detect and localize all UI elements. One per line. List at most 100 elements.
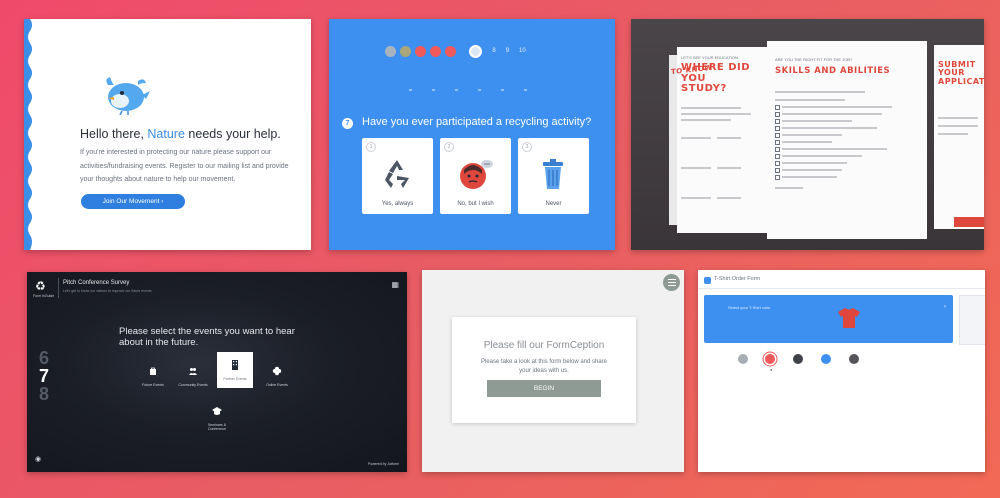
form-line bbox=[782, 148, 887, 150]
selected-indicator: ● bbox=[770, 367, 773, 372]
page-title: SKILLS AND ABILITIES bbox=[775, 66, 891, 76]
form-line bbox=[938, 133, 968, 135]
submit-button[interactable] bbox=[954, 217, 984, 227]
skill-checkbox[interactable] bbox=[775, 140, 780, 145]
color-swatch-red[interactable] bbox=[765, 354, 775, 364]
question-text: Have you ever participated a recycling a… bbox=[362, 116, 592, 128]
formception-card: Please fill our FormCeption Please take … bbox=[452, 317, 636, 423]
question-progress: 7 8 9 10 bbox=[385, 44, 536, 58]
form-line bbox=[782, 141, 832, 143]
form-line bbox=[775, 99, 845, 101]
tshirt-icon bbox=[838, 308, 860, 328]
progress-dot[interactable] bbox=[415, 45, 426, 57]
conference-survey-tile[interactable]: ♻ Form inGuide Pitch Conference Survey L… bbox=[27, 272, 407, 472]
form-line bbox=[717, 137, 741, 139]
form-line bbox=[782, 176, 837, 178]
skill-checkbox[interactable] bbox=[775, 147, 780, 152]
event-option-online[interactable]: Online Events bbox=[259, 358, 295, 394]
form-line bbox=[782, 169, 842, 171]
skill-checkbox[interactable] bbox=[775, 126, 780, 131]
survey-subtitle: Let's get to know our visitors to improv… bbox=[63, 289, 152, 293]
progress-number[interactable]: 8 bbox=[492, 48, 495, 54]
formception-tile[interactable]: Please fill our FormCeption Please take … bbox=[422, 270, 684, 472]
progress-dot[interactable] bbox=[430, 45, 441, 57]
skill-checkbox[interactable] bbox=[775, 161, 780, 166]
question-number: 7 bbox=[342, 118, 353, 129]
graduation-cap-icon bbox=[212, 407, 222, 415]
dash bbox=[455, 89, 458, 91]
job-application-tile[interactable]: LET'S SEE YOUR EDUCATION WHERE DID YOU S… bbox=[631, 19, 984, 250]
education-page-front: LET'S SEE YOUR EDUCATION WHERE DID YOU S… bbox=[677, 47, 767, 233]
option-label: Community Events bbox=[178, 383, 208, 387]
event-option-partner[interactable]: Partner Events bbox=[217, 352, 253, 388]
form-line bbox=[681, 197, 711, 199]
skill-checkbox[interactable] bbox=[775, 175, 780, 180]
answer-option-yes[interactable]: 1 Yes, always bbox=[362, 138, 433, 214]
skills-page: ARE YOU THE RIGHT FIT FOR THE JOB? SKILL… bbox=[767, 41, 927, 239]
begin-button[interactable]: BEGIN bbox=[487, 380, 601, 397]
divider bbox=[58, 278, 59, 298]
nature-form-tile[interactable]: Hello there, Nature needs your help. If … bbox=[24, 19, 311, 250]
dash bbox=[524, 89, 527, 91]
recycling-survey-tile[interactable]: 7 8 9 10 7 Have you ever participated a … bbox=[329, 19, 615, 250]
next-question-preview[interactable] bbox=[959, 295, 985, 345]
option-label: Yes, always bbox=[381, 201, 414, 207]
color-swatch-dark[interactable] bbox=[849, 354, 859, 364]
progress-dot[interactable] bbox=[385, 45, 396, 57]
page-title: SUBMIT YOUR APPLICATION bbox=[938, 60, 984, 86]
tshirt-order-tile[interactable]: T-Shirt Order Form Select your T-Shirt c… bbox=[698, 270, 985, 472]
progress-number[interactable]: 9 bbox=[506, 48, 509, 54]
option-label: Partner Events bbox=[223, 377, 247, 381]
color-swatch-grey[interactable] bbox=[738, 354, 748, 364]
wavy-edge bbox=[24, 19, 32, 250]
event-option-community[interactable]: Community Events bbox=[175, 358, 211, 394]
microphone-icon[interactable]: ◉ bbox=[35, 455, 41, 463]
event-option-seminars[interactable]: Seminars & Conference bbox=[199, 398, 235, 434]
bird-mascot-icon bbox=[106, 77, 150, 115]
tile1-body: If you're interested in protecting our n… bbox=[80, 149, 289, 183]
divider bbox=[698, 288, 985, 289]
powered-by[interactable]: Powered by Jotform bbox=[368, 462, 399, 466]
skill-checkbox[interactable] bbox=[775, 168, 780, 173]
form-logo-icon bbox=[704, 277, 711, 284]
clover-icon bbox=[272, 366, 282, 376]
color-swatch-black[interactable] bbox=[793, 354, 803, 364]
skill-checkbox[interactable] bbox=[775, 119, 780, 124]
progress-dot[interactable] bbox=[445, 45, 456, 57]
form-line bbox=[782, 134, 842, 136]
question-label: Select your T-Shirt color bbox=[728, 305, 771, 310]
dash bbox=[432, 89, 435, 91]
color-swatch-blue[interactable] bbox=[821, 354, 831, 364]
dash bbox=[501, 89, 504, 91]
answer-option-wish[interactable]: 2 No, but I wish bbox=[440, 138, 511, 214]
grid-icon[interactable]: ▦ bbox=[391, 280, 399, 289]
chevron-right-icon[interactable]: › bbox=[944, 304, 946, 310]
logo-icon: ♻ bbox=[35, 279, 46, 293]
education-page bbox=[669, 55, 677, 225]
form-line bbox=[782, 113, 882, 115]
progress-dot-current[interactable] bbox=[469, 44, 483, 58]
thinking-face-icon bbox=[460, 160, 493, 189]
form-line bbox=[681, 119, 731, 121]
progress-dot[interactable] bbox=[400, 45, 411, 57]
progress-number[interactable]: 10 bbox=[519, 48, 526, 54]
join-movement-button[interactable]: Join Our Movement › bbox=[81, 194, 185, 209]
dash bbox=[478, 89, 481, 91]
option-label: Never bbox=[545, 201, 562, 207]
form-line bbox=[782, 106, 892, 108]
event-option-future[interactable]: Future Events bbox=[135, 358, 171, 394]
answer-option-never[interactable]: 3 Never bbox=[518, 138, 589, 214]
option-number: 2 bbox=[444, 142, 454, 152]
option-label: Future Events bbox=[142, 383, 164, 387]
people-icon bbox=[189, 368, 197, 375]
skill-checkbox[interactable] bbox=[775, 154, 780, 159]
card-body: Please take a look at this form below an… bbox=[480, 359, 608, 374]
page-kicker: LET'S SEE YOUR EDUCATION bbox=[681, 55, 738, 60]
skill-checkbox[interactable] bbox=[775, 105, 780, 110]
skill-checkbox[interactable] bbox=[775, 112, 780, 117]
option-label: No, but I wish bbox=[457, 201, 494, 207]
option-number: 3 bbox=[522, 142, 532, 152]
skill-checkbox[interactable] bbox=[775, 133, 780, 138]
menu-icon[interactable] bbox=[663, 274, 680, 291]
card-title: Please fill our FormCeption bbox=[483, 340, 605, 351]
